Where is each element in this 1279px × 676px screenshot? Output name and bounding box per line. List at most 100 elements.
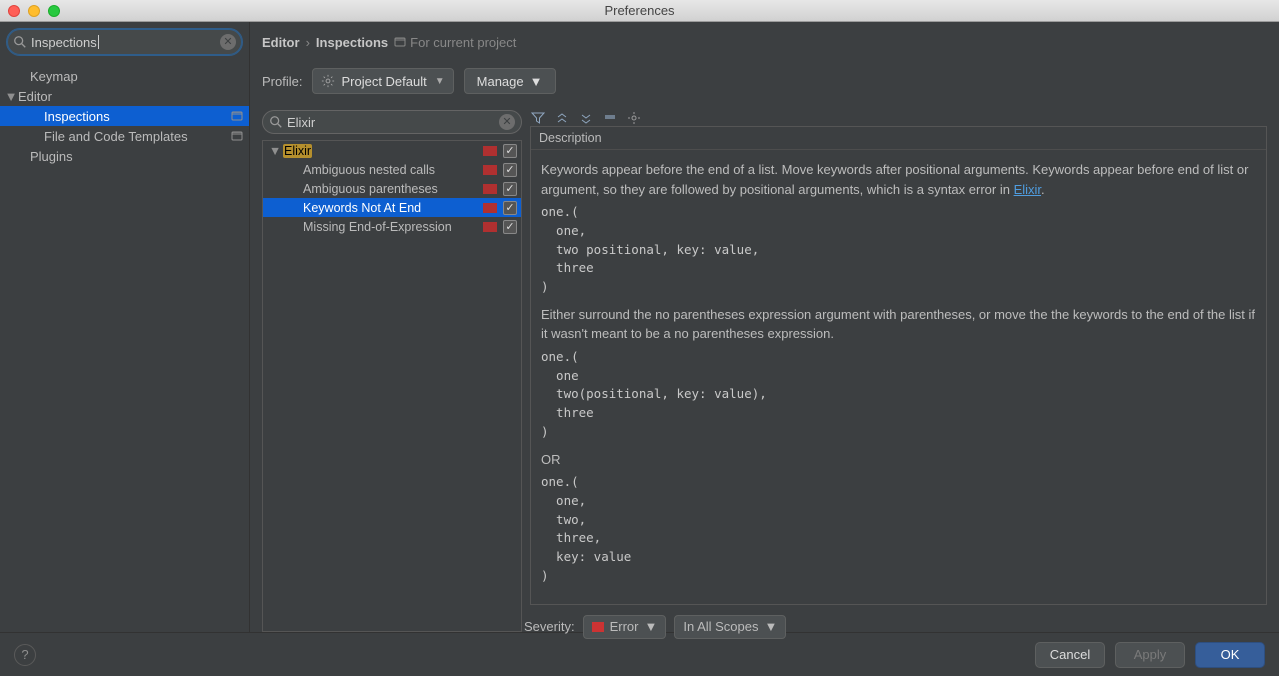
sidebar-item-inspections[interactable]: Inspections (0, 106, 249, 126)
inspection-list-panel: Elixir ✕ ▼ Elixir ✓ Ambiguous nested cal… (262, 110, 522, 632)
inspection-search[interactable]: Elixir ✕ (262, 110, 522, 134)
description-code: one.( one, two positional, key: value, t… (541, 203, 1256, 297)
breadcrumb-separator-icon: › (306, 35, 310, 50)
inspection-search-value: Elixir (287, 115, 315, 130)
inspection-tree: ▼ Elixir ✓ Ambiguous nested calls ✓ Ambi… (262, 140, 522, 632)
severity-indicator-icon (483, 165, 497, 175)
description-heading: Description (531, 127, 1266, 150)
help-button[interactable]: ? (14, 644, 36, 666)
inspection-item[interactable]: Keywords Not At End ✓ (263, 198, 521, 217)
inspection-description-panel: Description Keywords appear before the e… (530, 126, 1267, 605)
filter-icon[interactable] (530, 110, 546, 126)
description-text: Either surround the no parentheses expre… (541, 305, 1256, 344)
sidebar-search[interactable]: Inspections ✕ (6, 28, 243, 56)
breadcrumb-scope: For current project (410, 35, 516, 50)
project-scope-icon (394, 36, 406, 48)
profile-select[interactable]: Project Default ▼ (312, 68, 453, 94)
description-text: OR (541, 450, 1256, 470)
inspection-item[interactable]: Ambiguous nested calls ✓ (263, 160, 521, 179)
search-icon (13, 35, 27, 49)
inspection-item[interactable]: Ambiguous parentheses ✓ (263, 179, 521, 198)
inspection-group-label: Elixir (283, 144, 312, 158)
sidebar-search-value: Inspections (31, 35, 99, 50)
zoom-window-button[interactable] (48, 5, 60, 17)
apply-button[interactable]: Apply (1115, 642, 1185, 668)
profile-label: Profile: (262, 74, 302, 89)
sidebar-item-plugins[interactable]: Plugins (0, 146, 249, 166)
severity-label: Severity: (524, 619, 575, 634)
breadcrumb-part: Editor (262, 35, 300, 50)
inspection-enabled-checkbox[interactable]: ✓ (503, 220, 517, 234)
expand-all-icon[interactable] (554, 110, 570, 126)
window-titlebar: Preferences (0, 0, 1279, 22)
clear-search-icon[interactable]: ✕ (220, 34, 236, 50)
disclosure-triangle-icon[interactable]: ▼ (267, 144, 283, 158)
cancel-button-label: Cancel (1050, 647, 1090, 662)
gear-icon (321, 74, 335, 88)
preferences-tree: Keymap ▼ Editor Inspections File and Cod… (0, 62, 249, 632)
inspection-enabled-checkbox[interactable]: ✓ (503, 144, 517, 158)
inspection-enabled-checkbox[interactable]: ✓ (503, 163, 517, 177)
inspection-item-label: Ambiguous nested calls (303, 163, 483, 177)
inspection-item-label: Keywords Not At End (303, 201, 483, 215)
close-window-button[interactable] (8, 5, 20, 17)
sidebar-item-label: Inspections (44, 109, 231, 124)
minimize-window-button[interactable] (28, 5, 40, 17)
severity-indicator-icon (483, 203, 497, 213)
severity-indicator-icon (483, 146, 497, 156)
severity-select[interactable]: Error ▼ (583, 615, 667, 639)
inspection-group[interactable]: ▼ Elixir ✓ (263, 141, 521, 160)
chevron-down-icon: ▼ (765, 619, 778, 634)
sidebar-item-file-templates[interactable]: File and Code Templates (0, 126, 249, 146)
sidebar-item-label: Keymap (30, 69, 243, 84)
reset-icon[interactable] (602, 110, 618, 126)
sidebar-item-label: File and Code Templates (44, 129, 231, 144)
severity-indicator-icon (483, 222, 497, 232)
profile-row: Profile: Project Default ▼ Manage ▼ (262, 68, 1267, 94)
sidebar-item-editor[interactable]: ▼ Editor (0, 86, 249, 106)
severity-scope-value: In All Scopes (683, 619, 758, 634)
manage-button[interactable]: Manage ▼ (464, 68, 556, 94)
search-icon (269, 115, 283, 129)
preferences-sidebar: Inspections ✕ Keymap ▼ Editor Inspection… (0, 22, 250, 632)
ok-button[interactable]: OK (1195, 642, 1265, 668)
preferences-main: Editor › Inspections For current project… (250, 22, 1279, 632)
elixir-link[interactable]: Elixir (1014, 182, 1041, 197)
sidebar-item-keymap[interactable]: Keymap (0, 66, 249, 86)
cancel-button[interactable]: Cancel (1035, 642, 1105, 668)
profile-value: Project Default (341, 74, 426, 89)
sidebar-item-label: Plugins (30, 149, 243, 164)
inspection-enabled-checkbox[interactable]: ✓ (503, 201, 517, 215)
breadcrumb-part: Inspections (316, 35, 388, 50)
window-title: Preferences (0, 3, 1279, 18)
description-code: one.( one two(positional, key: value), t… (541, 348, 1256, 442)
project-scope-icon (231, 130, 243, 142)
inspection-enabled-checkbox[interactable]: ✓ (503, 182, 517, 196)
severity-color-icon (592, 622, 604, 632)
inspection-item-label: Missing End-of-Expression (303, 220, 483, 234)
inspection-item-label: Ambiguous parentheses (303, 182, 483, 196)
inspection-item[interactable]: Missing End-of-Expression ✓ (263, 217, 521, 236)
window-traffic-lights (8, 5, 60, 17)
description-text: . (1041, 182, 1045, 197)
chevron-down-icon: ▼ (435, 76, 445, 87)
clear-search-icon[interactable]: ✕ (499, 114, 515, 130)
manage-button-label: Manage (477, 74, 524, 89)
project-scope-icon (231, 110, 243, 122)
severity-value: Error (610, 619, 639, 634)
severity-indicator-icon (483, 184, 497, 194)
description-text: Keywords appear before the end of a list… (541, 162, 1248, 197)
chevron-down-icon: ▼ (530, 74, 543, 89)
settings-icon[interactable] (626, 110, 642, 126)
description-body: Keywords appear before the end of a list… (531, 150, 1266, 604)
breadcrumb: Editor › Inspections For current project (262, 30, 1267, 54)
ok-button-label: OK (1221, 647, 1240, 662)
apply-button-label: Apply (1134, 647, 1167, 662)
severity-scope-select[interactable]: In All Scopes ▼ (674, 615, 786, 639)
inspection-toolbar (522, 110, 642, 126)
description-code: one.( one, two, three, key: value ) (541, 473, 1256, 586)
disclosure-triangle-icon[interactable]: ▼ (4, 89, 18, 104)
chevron-down-icon: ▼ (644, 619, 657, 634)
collapse-all-icon[interactable] (578, 110, 594, 126)
sidebar-item-label: Editor (18, 89, 243, 104)
